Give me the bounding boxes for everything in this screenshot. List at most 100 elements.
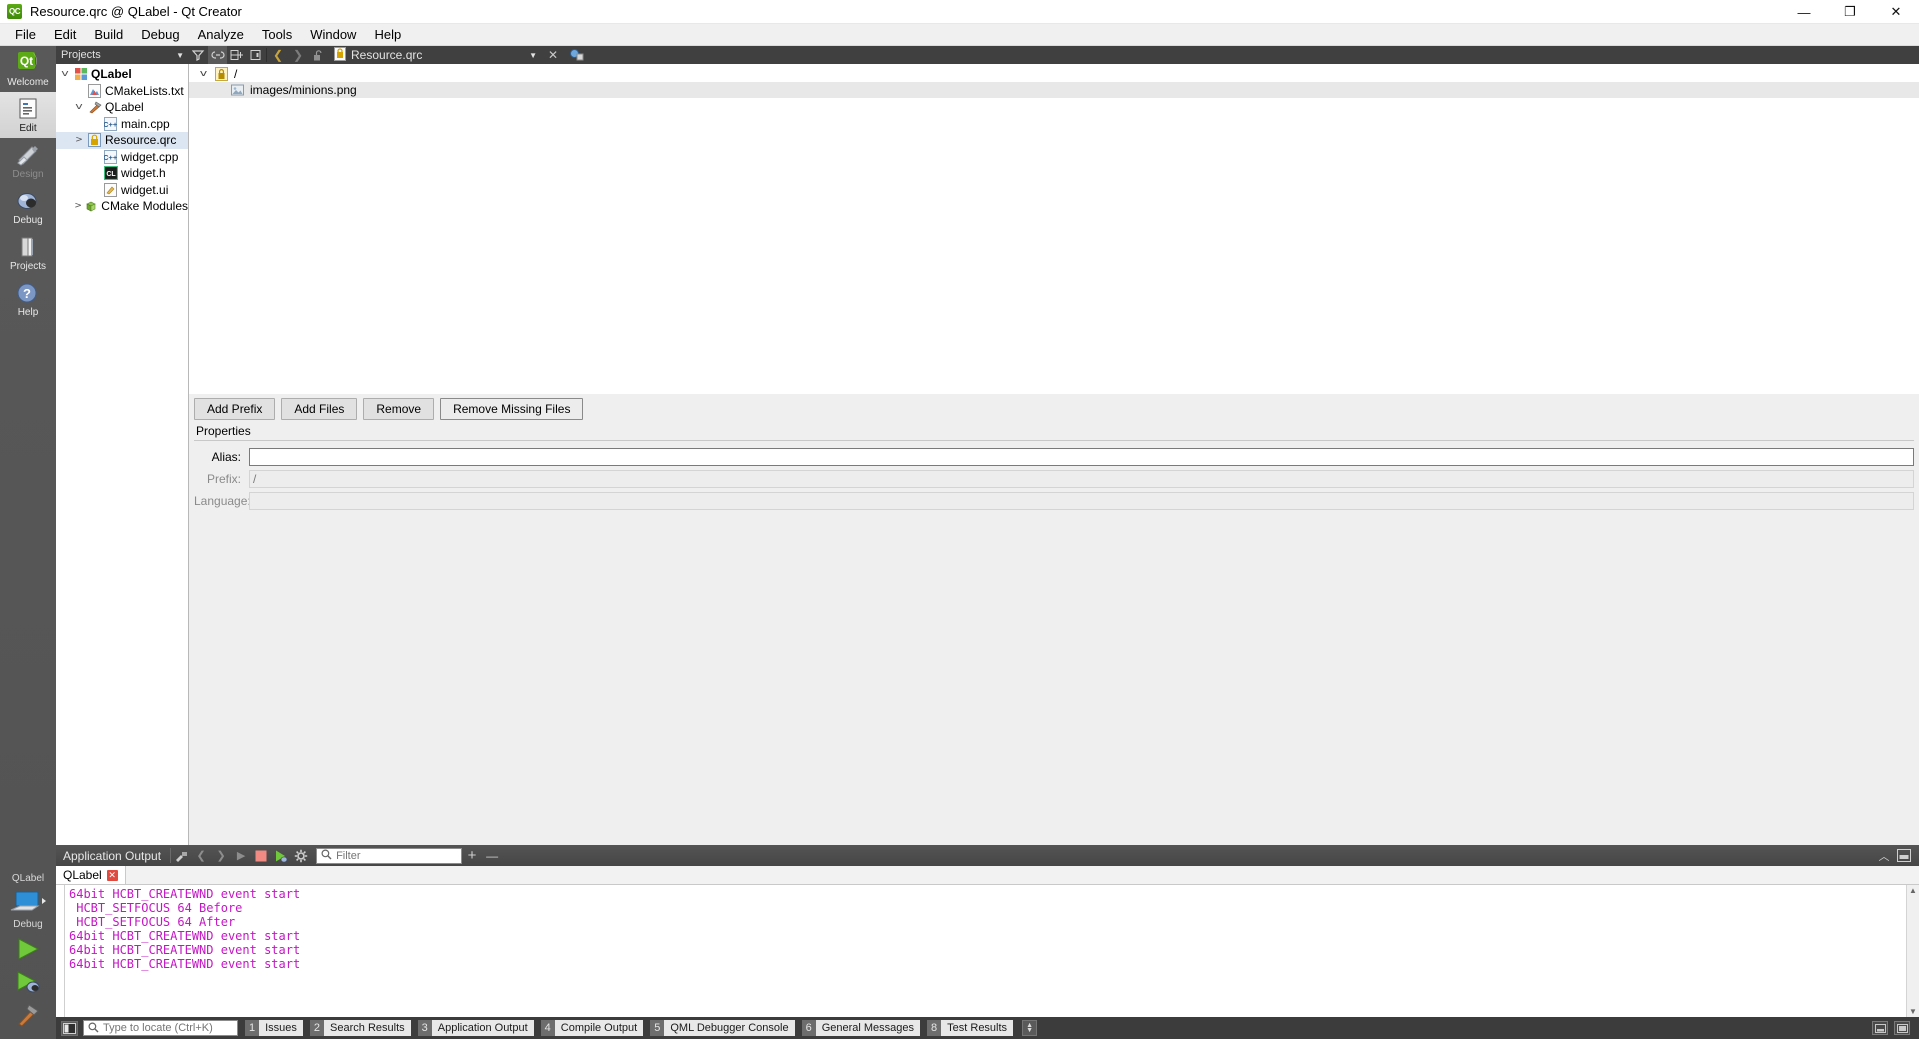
- menu-analyze[interactable]: Analyze: [189, 25, 253, 44]
- mode-projects[interactable]: Projects: [0, 230, 56, 276]
- collapse-pane-button[interactable]: ︿: [1874, 845, 1894, 866]
- output-text-area[interactable]: 64bit HCBT_CREATEWND event start HCBT_SE…: [56, 885, 1919, 1017]
- maximize-button[interactable]: ❐: [1827, 0, 1873, 24]
- unlocked-padlock-icon[interactable]: [308, 49, 328, 62]
- qrc-resource-tree[interactable]: v / images/minions.png: [189, 64, 1919, 394]
- remove-missing-files-button[interactable]: Remove Missing Files: [440, 398, 584, 420]
- tree-row-qlabel-project[interactable]: v QLabel: [56, 66, 188, 83]
- sidebar-toggle-icon[interactable]: [61, 1020, 78, 1036]
- prefix-input[interactable]: [249, 470, 1914, 488]
- run-button[interactable]: [6, 932, 50, 965]
- mode-label: Projects: [9, 261, 47, 272]
- zoom-out-button[interactable]: —: [482, 845, 502, 866]
- maximize-pane-button[interactable]: [1894, 845, 1914, 866]
- open-file-tab[interactable]: Resource.qrc ▼: [328, 46, 543, 64]
- twisty-icon[interactable]: >: [72, 201, 84, 211]
- filter-icon[interactable]: [189, 46, 208, 64]
- properties-group: Properties Alias: Prefix: Language:: [189, 423, 1919, 517]
- magnifier-copy-icon[interactable]: [566, 48, 586, 62]
- next-item-button[interactable]: ❯: [211, 845, 231, 866]
- tree-row-main-cpp[interactable]: C++ main.cpp: [56, 116, 188, 133]
- twisty-icon[interactable]: >: [72, 135, 86, 145]
- pane-button-general-messages[interactable]: 6 General Messages: [801, 1020, 921, 1036]
- split-icon[interactable]: [227, 46, 246, 64]
- output-scrollbar[interactable]: ▲ ▼: [1906, 885, 1919, 1017]
- tree-row-qlabel-target[interactable]: v QLabel: [56, 99, 188, 116]
- project-tree[interactable]: v QLabel CMakeLists.txt v QLabel C++ mai…: [56, 64, 189, 845]
- menu-edit[interactable]: Edit: [45, 25, 85, 44]
- menu-tools[interactable]: Tools: [253, 25, 301, 44]
- mode-design[interactable]: Design: [0, 138, 56, 184]
- output-filter-box[interactable]: [316, 847, 463, 864]
- twisty-icon[interactable]: v: [192, 69, 216, 79]
- gear-icon[interactable]: [291, 845, 311, 866]
- kit-selector-button[interactable]: [6, 886, 50, 919]
- ui-file-icon: [102, 182, 119, 197]
- twisty-icon[interactable]: v: [56, 69, 75, 79]
- pane-button-issues[interactable]: 1 Issues: [245, 1020, 303, 1036]
- navigate-back-button[interactable]: ❮: [268, 48, 288, 62]
- close-file-button[interactable]: ✕: [543, 48, 563, 62]
- add-files-button[interactable]: Add Files: [281, 398, 358, 420]
- maximize-output-button[interactable]: [1894, 1021, 1910, 1035]
- close-split-icon[interactable]: [246, 46, 265, 64]
- pane-button-qml-debugger-console[interactable]: 5 QML Debugger Console: [650, 1020, 795, 1036]
- output-filter-input[interactable]: [336, 849, 458, 862]
- tree-row-widget-ui[interactable]: widget.ui: [56, 182, 188, 199]
- qrc-file-row[interactable]: images/minions.png: [189, 82, 1919, 98]
- mode-help[interactable]: ? Help: [0, 276, 56, 322]
- minimize-button[interactable]: —: [1781, 0, 1827, 24]
- pane-button-search-results[interactable]: 2 Search Results: [309, 1020, 411, 1036]
- project-selector-label: Projects: [61, 49, 101, 61]
- menu-window[interactable]: Window: [301, 25, 365, 44]
- close-icon[interactable]: ✕: [106, 869, 118, 881]
- menu-help[interactable]: Help: [365, 25, 410, 44]
- mode-welcome[interactable]: Qt Welcome: [0, 46, 56, 92]
- debug-button[interactable]: [6, 965, 50, 998]
- navigate-forward-button[interactable]: ❯: [288, 48, 308, 62]
- prev-item-button[interactable]: ❮: [191, 845, 211, 866]
- tree-row-cmakelists[interactable]: CMakeLists.txt: [56, 83, 188, 100]
- locator-box[interactable]: [83, 1020, 238, 1036]
- output-tab-qlabel[interactable]: QLabel ✕: [56, 866, 126, 884]
- alias-input[interactable]: [249, 448, 1914, 466]
- chevron-down-icon[interactable]: ▼: [529, 51, 537, 60]
- pane-label: QML Debugger Console: [664, 1020, 795, 1036]
- menu-build[interactable]: Build: [85, 25, 132, 44]
- qt-logo-icon: Qt: [14, 50, 42, 76]
- build-button[interactable]: [6, 998, 50, 1031]
- tree-row-resource-qrc[interactable]: > Resource.qrc: [56, 132, 188, 149]
- mode-debug[interactable]: Debug: [0, 184, 56, 230]
- language-input[interactable]: [249, 492, 1914, 510]
- pane-stepper[interactable]: ▲ ▼: [1022, 1020, 1038, 1036]
- stop-square-icon[interactable]: [251, 845, 271, 866]
- locator-input[interactable]: [103, 1022, 233, 1034]
- broom-icon[interactable]: [171, 845, 191, 866]
- tree-row-widget-h[interactable]: CL widget.h: [56, 165, 188, 182]
- qrc-prefix-row[interactable]: v /: [189, 66, 1919, 82]
- pane-button-compile-output[interactable]: 4 Compile Output: [540, 1020, 644, 1036]
- stepper-down-icon[interactable]: ▼: [1026, 1027, 1033, 1034]
- link-icon[interactable]: [208, 46, 227, 64]
- menu-file[interactable]: File: [6, 25, 45, 44]
- tree-row-widget-cpp[interactable]: C++ widget.cpp: [56, 149, 188, 166]
- zoom-in-button[interactable]: +: [462, 845, 482, 866]
- scroll-down-icon[interactable]: ▼: [1909, 1006, 1917, 1017]
- pane-button-application-output[interactable]: 3 Application Output: [417, 1020, 534, 1036]
- tree-row-cmake-modules[interactable]: > CMake Modules: [56, 198, 188, 215]
- twisty-icon[interactable]: v: [69, 102, 89, 112]
- scroll-up-icon[interactable]: ▲: [1909, 885, 1917, 896]
- run-output-button[interactable]: ▶: [231, 845, 251, 866]
- minimize-output-button[interactable]: [1872, 1021, 1888, 1035]
- remove-button[interactable]: Remove: [363, 398, 435, 420]
- mode-label: Edit: [19, 123, 37, 134]
- mode-list: Qt Welcome Edit Design Debug Projects ? …: [0, 46, 56, 322]
- play-bug-icon[interactable]: [271, 845, 291, 866]
- add-prefix-button[interactable]: Add Prefix: [194, 398, 276, 420]
- project-selector-combo[interactable]: Projects ▼: [56, 46, 189, 64]
- file-toolbar: ❮ ❯ Resource.qrc ▼ ✕: [268, 46, 1919, 64]
- menu-debug[interactable]: Debug: [132, 25, 188, 44]
- pane-button-test-results[interactable]: 8 Test Results: [927, 1020, 1014, 1036]
- close-button[interactable]: ✕: [1873, 0, 1919, 24]
- mode-edit[interactable]: Edit: [0, 92, 56, 138]
